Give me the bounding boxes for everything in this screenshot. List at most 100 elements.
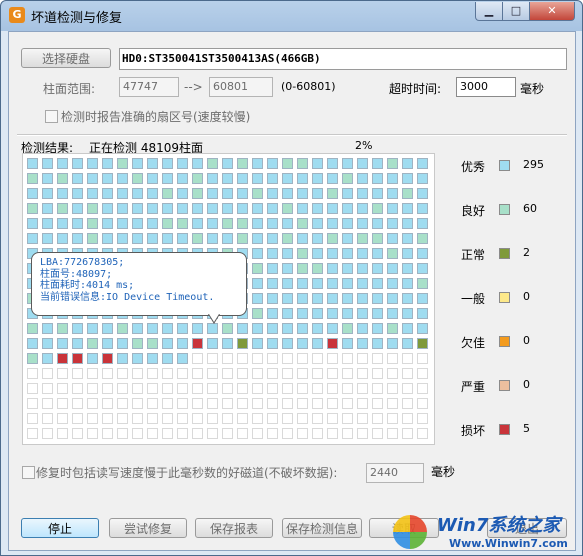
cylinder-cell-excellent — [252, 158, 263, 169]
cylinder-cell — [237, 398, 248, 409]
cylinder-cell — [102, 368, 113, 379]
cylinder-cell-good — [57, 203, 68, 214]
cylinder-cell — [327, 368, 338, 379]
cylinder-cell — [177, 413, 188, 424]
cylinder-cell — [282, 398, 293, 409]
cylinder-cell-excellent — [42, 158, 53, 169]
cylinder-cell-excellent — [402, 248, 413, 259]
cylinder-cell — [42, 398, 53, 409]
cylinder-cell — [267, 428, 278, 439]
cylinder-cell — [417, 428, 428, 439]
cylinder-cell — [222, 398, 233, 409]
cylinder-cell-excellent — [207, 233, 218, 244]
close-button[interactable]: ✕ — [529, 2, 575, 21]
cylinder-cell-good — [117, 323, 128, 334]
cylinder-cell-excellent — [357, 203, 368, 214]
cylinder-cell-good — [207, 158, 218, 169]
cylinder-cell-good — [237, 233, 248, 244]
cylinder-cell — [372, 428, 383, 439]
cylinder-cell — [327, 413, 338, 424]
cylinder-cell — [42, 413, 53, 424]
cylinder-cell-good — [387, 323, 398, 334]
maximize-button[interactable]: □ — [502, 2, 530, 21]
cylinder-cell — [207, 383, 218, 394]
cylinder-cell-excellent — [252, 248, 263, 259]
cylinder-cell — [72, 398, 83, 409]
try-repair-button[interactable]: 尝试修复 — [109, 518, 187, 538]
cylinder-cell-excellent — [372, 173, 383, 184]
repair-slow-tracks-checkbox[interactable] — [22, 466, 35, 479]
cylinder-cell-excellent — [237, 188, 248, 199]
cylinder-cell-excellent — [387, 173, 398, 184]
cylinder-cell — [57, 428, 68, 439]
cylinder-cell-excellent — [312, 203, 323, 214]
cylinder-cell — [147, 383, 158, 394]
legend-swatch — [499, 248, 510, 259]
cylinder-cell — [417, 368, 428, 379]
cylinder-cell-excellent — [237, 323, 248, 334]
cylinder-cell-excellent — [402, 158, 413, 169]
legend-item-good: 良好 60 — [461, 202, 571, 218]
stop-button[interactable]: 停止 — [21, 518, 99, 538]
cylinder-cell — [102, 428, 113, 439]
range-end-input[interactable]: 60801 — [209, 77, 273, 97]
cylinder-cell — [222, 368, 233, 379]
legend-swatch — [499, 424, 510, 435]
cylinder-cell-excellent — [87, 158, 98, 169]
cylinder-cell-excellent — [267, 188, 278, 199]
cylinder-cell — [192, 368, 203, 379]
cylinder-cell-bad — [72, 353, 83, 364]
tooltip-line: 柱面耗时:4014 ms; — [40, 280, 135, 291]
cylinder-cell-excellent — [42, 218, 53, 229]
cylinder-cell — [132, 428, 143, 439]
cylinder-cell-excellent — [402, 278, 413, 289]
slow-threshold-input[interactable]: 2440 — [366, 463, 424, 483]
legend-name: 一般 — [461, 292, 486, 306]
cylinder-cell-good — [342, 173, 353, 184]
cylinder-cell — [162, 413, 173, 424]
cylinder-cell-excellent — [87, 188, 98, 199]
cylinder-cell-excellent — [72, 323, 83, 334]
cylinder-cell — [402, 413, 413, 424]
site-watermark: Win7系统之家 Www.Winwin7.com — [393, 509, 582, 555]
cylinder-cell-excellent — [387, 293, 398, 304]
range-start-input[interactable]: 47747 — [119, 77, 179, 97]
cylinder-cell-excellent — [342, 248, 353, 259]
cylinder-cell — [372, 353, 383, 364]
cylinder-cell-excellent — [402, 308, 413, 319]
cylinder-cell-excellent — [252, 218, 263, 229]
cylinder-cell-excellent — [222, 158, 233, 169]
cylinder-cell — [72, 413, 83, 424]
cylinder-cell-excellent — [147, 158, 158, 169]
cylinder-cell-excellent — [252, 293, 263, 304]
cylinder-cell-good — [252, 308, 263, 319]
minimize-button[interactable]: ▁ — [475, 2, 503, 21]
save-result-button[interactable]: 保存检测信息 — [282, 518, 362, 538]
cylinder-cell — [372, 413, 383, 424]
legend-name: 严重 — [461, 380, 486, 394]
cylinder-cell-good — [162, 188, 173, 199]
cylinder-cell-excellent — [87, 353, 98, 364]
cylinder-cell-excellent — [117, 353, 128, 364]
cylinder-cell-excellent — [342, 158, 353, 169]
cylinder-cell-excellent — [72, 173, 83, 184]
cylinder-range-label: 柱面范围: — [43, 82, 96, 96]
cylinder-cell-good — [57, 323, 68, 334]
repair-slow-tracks-label: 修复时包括读写速度慢于此毫秒数的好磁道(不破坏数据): — [36, 466, 338, 480]
cylinder-cell — [72, 428, 83, 439]
cylinder-cell-excellent — [387, 218, 398, 229]
result-percent: 2% — [355, 139, 373, 152]
cylinder-cell — [222, 383, 233, 394]
save-report-button[interactable]: 保存报表 — [195, 518, 273, 538]
cylinder-cell — [252, 428, 263, 439]
timeout-input[interactable]: 3000 — [456, 77, 516, 97]
cylinder-cell-excellent — [72, 233, 83, 244]
cylinder-cell-excellent — [372, 308, 383, 319]
cylinder-cell-excellent — [162, 233, 173, 244]
legend-count: 0 — [523, 378, 530, 391]
select-disk-button[interactable]: 选择硬盘 — [21, 48, 111, 68]
legend-count: 0 — [523, 290, 530, 303]
report-sector-checkbox[interactable] — [45, 110, 58, 123]
cylinder-cell — [387, 398, 398, 409]
cylinder-cell-excellent — [57, 338, 68, 349]
